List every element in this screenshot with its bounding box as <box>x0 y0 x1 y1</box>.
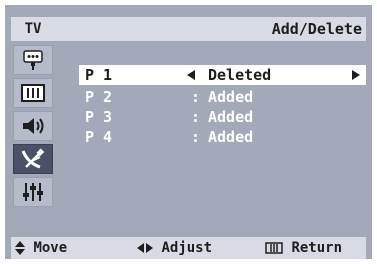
channel-status: Deleted <box>208 66 272 84</box>
sidebar-item-antenna[interactable] <box>13 45 53 75</box>
right-arrow-icon[interactable] <box>352 70 360 80</box>
channel-label: P 3 <box>85 108 113 126</box>
channel-row-p2[interactable]: P 2 : Added <box>79 87 366 107</box>
channel-status: Added <box>208 88 254 106</box>
up-down-arrow-icon <box>15 241 25 255</box>
osd-menu: TV Add/Delete P 1 Deleted P 2: Added P … <box>5 5 372 259</box>
menu-title: Add/Delete <box>271 20 362 38</box>
menu-icon <box>265 242 283 254</box>
return-hint: Return <box>265 237 342 259</box>
sidebar-item-picture[interactable] <box>13 78 53 108</box>
mode-label: TV <box>24 21 42 37</box>
separator: : <box>191 108 201 126</box>
sidebar-item-channel[interactable] <box>13 144 53 174</box>
menu-header: TV Add/Delete <box>11 17 366 41</box>
picture-icon <box>21 84 45 102</box>
channel-status: Added <box>208 108 254 126</box>
left-right-arrow-icon <box>137 243 153 253</box>
separator: : <box>191 128 201 146</box>
sound-icon <box>23 118 44 134</box>
channel-label: P 2 <box>85 88 113 106</box>
adjust-hint: Adjust <box>137 237 212 259</box>
sidebar-item-sound[interactable] <box>13 111 53 141</box>
move-label: Move <box>33 240 68 256</box>
sidebar <box>11 45 55 211</box>
sidebar-item-setup[interactable] <box>13 177 53 207</box>
footer-hints: Move Adjust Return <box>11 237 366 259</box>
move-hint: Move <box>15 237 67 259</box>
channel-row-p1[interactable]: P 1 Deleted <box>79 65 366 85</box>
channel-label: P 1 <box>85 66 113 84</box>
channel-row-p4[interactable]: P 4 : Added <box>79 127 366 147</box>
setup-icon <box>23 183 43 201</box>
channel-label: P 4 <box>85 128 113 146</box>
channel-icon <box>21 148 45 169</box>
antenna-icon <box>23 50 43 70</box>
separator: : <box>191 88 201 106</box>
channel-status: Added <box>208 128 254 146</box>
channel-row-p3[interactable]: P 3 : Added <box>79 107 366 127</box>
return-label: Return <box>291 240 343 256</box>
adjust-label: Adjust <box>161 240 213 256</box>
left-arrow-icon[interactable] <box>187 70 195 80</box>
